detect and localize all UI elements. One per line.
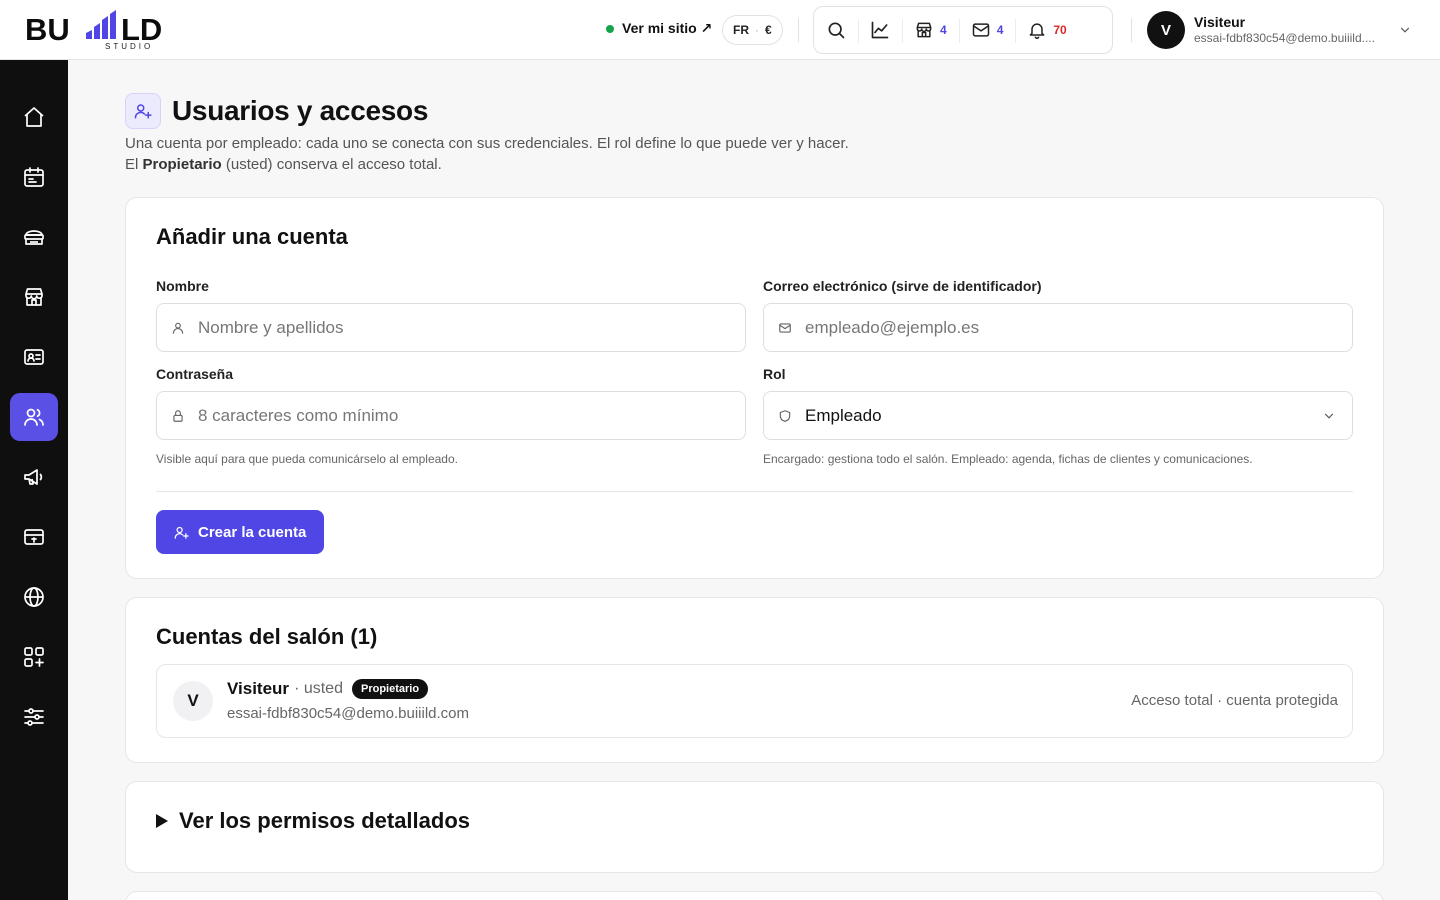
svg-text:BU: BU: [25, 12, 70, 47]
page-header: Usuarios y accesos: [125, 93, 428, 129]
create-account-label: Crear la cuenta: [198, 523, 307, 541]
divider: [156, 491, 1353, 492]
sidebar-item-settings[interactable]: [10, 693, 58, 741]
user-add-icon: [174, 526, 189, 539]
permissions-card: Ver los permisos detallados: [125, 781, 1384, 873]
user-icon: [172, 322, 184, 334]
search-button[interactable]: [814, 7, 858, 53]
notifications-count: 70: [1053, 23, 1067, 37]
messages-count: 4: [996, 23, 1004, 37]
add-account-title: Añadir una cuenta: [156, 224, 348, 249]
chevron-down-icon: [1324, 413, 1334, 419]
permissions-toggle[interactable]: Ver los permisos detallados: [156, 808, 470, 834]
store-icon: [916, 22, 932, 38]
password-field[interactable]: [156, 391, 746, 440]
messages-button[interactable]: 4: [958, 7, 1016, 53]
notifications-button[interactable]: 70: [1015, 7, 1078, 53]
payment-icon: [24, 529, 44, 545]
password-hint: Visible aquí para que pueda comunicársel…: [156, 452, 458, 466]
currency-symbol: €: [765, 23, 772, 37]
search-icon: [828, 22, 845, 39]
accounts-card: Cuentas del salón (1) V Visiteur · usted…: [125, 597, 1384, 763]
user-email: essai-fdbf830c54@demo.buiiild....: [1194, 31, 1375, 45]
email-input[interactable]: [805, 317, 1325, 338]
top-bar: BU LD STUDIO Ver mi sitio ↗ FR · € 4 4 7…: [0, 0, 1440, 60]
sidebar-item-services[interactable]: [10, 213, 58, 261]
view-site-link[interactable]: Ver mi sitio ↗: [606, 20, 712, 37]
services-icon: [24, 230, 44, 245]
role-select[interactable]: Empleado: [763, 391, 1353, 440]
mail-icon: [779, 322, 791, 333]
sidebar-item-payments[interactable]: [10, 513, 58, 561]
language-code: FR: [733, 23, 749, 37]
name-input[interactable]: [198, 317, 718, 338]
logo-subtitle: STUDIO: [105, 42, 154, 51]
stats-button[interactable]: [858, 7, 902, 53]
sidebar-item-calendar[interactable]: [10, 153, 58, 201]
sidebar-item-clients[interactable]: [10, 333, 58, 381]
users-icon: [24, 408, 44, 426]
divider: [1131, 18, 1132, 42]
next-card: [125, 891, 1384, 900]
permissions-title: Ver los permisos detallados: [179, 808, 471, 833]
avatar: V: [173, 681, 213, 721]
online-status-dot: [606, 24, 614, 33]
sidebar-item-website[interactable]: [10, 573, 58, 621]
disclosure-triangle-icon: [156, 814, 168, 828]
add-account-card: Añadir una cuenta Nombre Correo electrón…: [125, 197, 1384, 579]
sidebar-item-users[interactable]: [10, 393, 58, 441]
bell-icon: [1029, 23, 1045, 40]
sidebar-item-marketing[interactable]: [10, 453, 58, 501]
view-site-label: Ver mi sitio ↗: [622, 20, 713, 36]
chevron-down-icon: [1400, 27, 1410, 33]
divider: [798, 18, 799, 42]
role-hint: Encargado: gestiona todo el salón. Emple…: [763, 452, 1253, 466]
status-badge: Propietario: [351, 679, 429, 699]
id-card-icon: [24, 349, 44, 365]
toolbar: 4 4 70: [813, 6, 1113, 54]
shield-icon: [779, 409, 791, 422]
apps-icon: [24, 647, 44, 667]
sliders-icon: [24, 708, 44, 726]
password-label: Contraseña: [156, 366, 234, 382]
account-email: essai-fdbf830c54@demo.buiiild.com: [227, 705, 470, 722]
store-icon: [25, 288, 43, 306]
email-label: Correo electrónico (sirve de identificad…: [763, 278, 1042, 294]
role-label: Rol: [763, 366, 786, 382]
sidebar-item-apps[interactable]: [10, 633, 58, 681]
account-name: Visiteur: [227, 679, 290, 698]
page-description: Una cuenta por empleado: cada uno se con…: [125, 135, 849, 173]
calendar-icon: [24, 167, 44, 187]
language-currency-selector[interactable]: FR · €: [722, 15, 783, 45]
globe-icon: [24, 587, 44, 607]
email-field[interactable]: [763, 303, 1353, 352]
user-add-icon: [134, 104, 152, 119]
store-button[interactable]: 4: [902, 7, 959, 53]
page-icon: [125, 93, 161, 129]
home-icon: [24, 107, 44, 127]
sidebar-item-home[interactable]: [10, 93, 58, 141]
account-access: Acceso total · cuenta protegida: [1131, 692, 1338, 709]
page-title: Usuarios y accesos: [172, 95, 429, 126]
name-field[interactable]: [156, 303, 746, 352]
account-you-label: · usted: [294, 680, 343, 697]
user-menu[interactable]: V Visiteur essai-fdbf830c54@demo.buiiild…: [1147, 11, 1417, 49]
table-row[interactable]: V Visiteur · usted Propietario essai-fdb…: [156, 664, 1353, 738]
lock-icon: [173, 409, 183, 422]
store-count: 4: [940, 23, 947, 37]
avatar: V: [1147, 11, 1185, 49]
user-name: Visiteur: [1194, 14, 1246, 30]
accounts-title: Cuentas del salón (1): [156, 624, 378, 649]
role-selected-value: Empleado: [805, 405, 882, 425]
create-account-button[interactable]: Crear la cuenta: [156, 510, 325, 554]
sidebar-item-store[interactable]: [10, 273, 58, 321]
sidebar: [0, 60, 68, 900]
logo[interactable]: BU LD STUDIO: [25, 9, 185, 53]
mail-icon: [972, 23, 989, 37]
password-input[interactable]: [198, 405, 718, 426]
chart-line-icon: [871, 21, 889, 39]
name-label: Nombre: [156, 278, 209, 294]
megaphone-icon: [24, 469, 43, 485]
